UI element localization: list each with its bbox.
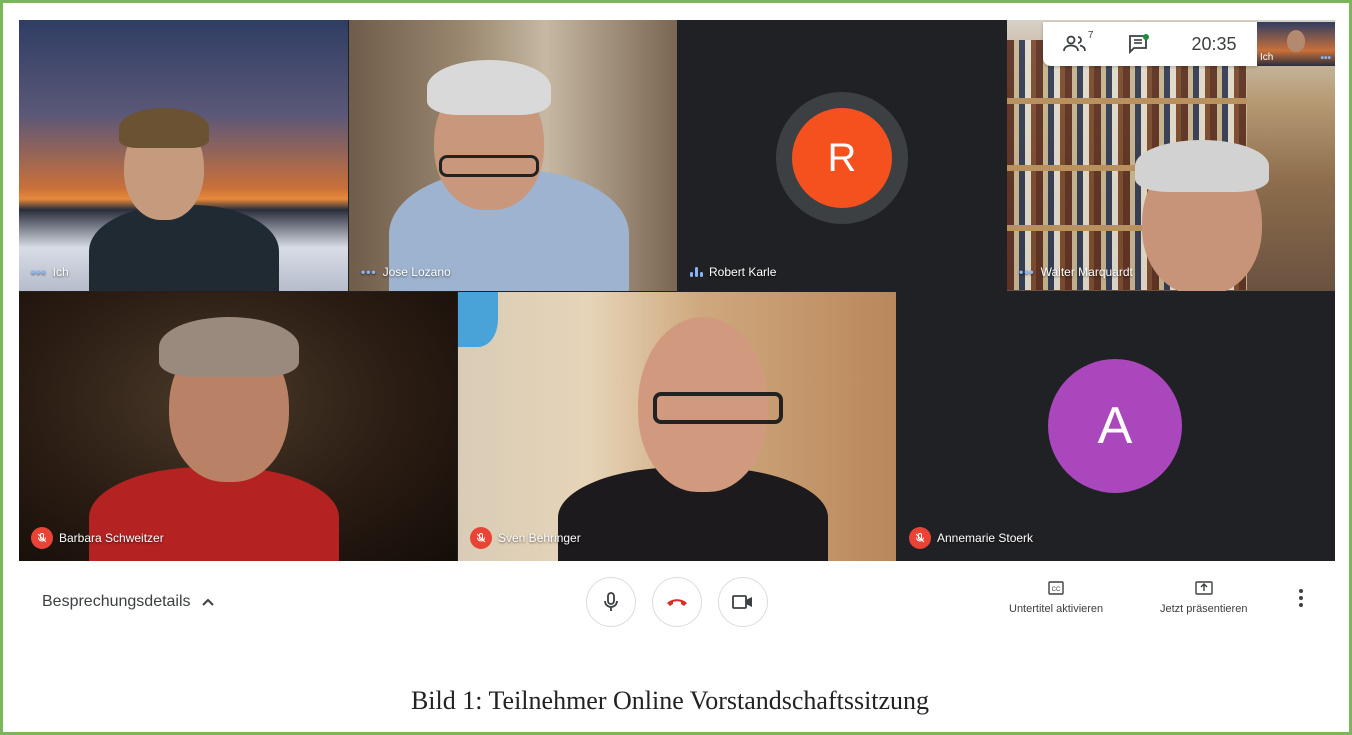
avatar: A (1048, 359, 1182, 493)
closed-captions-icon: CC (1048, 581, 1064, 595)
speaking-indicator-icon (690, 267, 703, 277)
clock-time: 20:35 (1191, 33, 1237, 54)
participant-name: Annemarie Stoerk (937, 531, 1034, 545)
people-count: 7 (1087, 30, 1094, 41)
mic-off-icon (470, 527, 492, 549)
participant-tile-jose-lozano[interactable]: ••• Jose Lozano (349, 20, 677, 291)
mic-off-icon (909, 527, 931, 549)
participant-video (89, 205, 279, 291)
present-label: Jetzt präsentieren (1160, 603, 1248, 615)
participant-tile-barbara-schweitzer[interactable]: Barbara Schweitzer (19, 292, 457, 561)
meeting-details-button[interactable]: Besprechungsdetails (42, 593, 215, 611)
camera-button[interactable] (718, 577, 768, 627)
self-preview[interactable]: Ich ••• (1257, 22, 1335, 66)
video-grid: ••• Ich ••• Jose Lozano R Robert Karle •… (19, 20, 1335, 561)
participant-name: Sven Behringer (498, 531, 581, 545)
participant-name: Jose Lozano (382, 265, 451, 279)
camera-icon (732, 595, 752, 609)
microphone-button[interactable] (586, 577, 636, 627)
call-controls-bar: Besprechungsdetails CC Untertitel aktivi… (19, 561, 1335, 643)
participant-name: Barbara Schweitzer (59, 531, 164, 545)
chevron-up-icon (201, 598, 214, 606)
microphone-icon (604, 592, 618, 611)
avatar: R (792, 108, 892, 208)
captions-label: Untertitel aktivieren (1009, 603, 1104, 615)
more-options-icon[interactable] (1299, 589, 1303, 607)
participant-tile-sven-behringer[interactable]: Sven Behringer (458, 292, 896, 561)
audio-indicator-icon: ••• (31, 265, 47, 279)
participant-name: Robert Karle (709, 265, 777, 279)
participant-tile-annemarie-stoerk[interactable]: A Annemarie Stoerk (897, 292, 1335, 561)
audio-indicator-icon: ••• (1320, 53, 1331, 64)
present-now-button[interactable]: Jetzt präsentieren (1160, 581, 1247, 615)
meeting-info-bar: 7 20:35 (1043, 22, 1257, 66)
participant-tile-ich[interactable]: ••• Ich (19, 20, 348, 291)
mic-off-icon (31, 527, 53, 549)
chat-icon (1129, 34, 1150, 54)
chat-button[interactable] (1128, 34, 1150, 54)
hang-up-icon (667, 599, 687, 606)
meeting-details-label: Besprechungsdetails (42, 593, 191, 610)
people-icon (1063, 35, 1087, 52)
participant-name: Ich (52, 265, 69, 279)
self-label: Ich (1260, 52, 1274, 63)
audio-indicator-icon: ••• (361, 265, 377, 279)
figure-caption: Bild 1: Teilnehmer Online Vorstandschaft… (410, 686, 930, 715)
hang-up-button[interactable] (652, 577, 702, 627)
captions-button[interactable]: CC Untertitel aktivieren (1009, 581, 1103, 615)
present-screen-icon (1195, 581, 1213, 595)
participant-tile-robert-karle[interactable]: R Robert Karle (678, 20, 1006, 291)
audio-indicator-icon: ••• (1019, 265, 1035, 279)
participant-name: Walter Marquardt (1040, 265, 1133, 279)
participants-button[interactable]: 7 (1063, 30, 1093, 54)
svg-text:CC: CC (1052, 587, 1061, 593)
